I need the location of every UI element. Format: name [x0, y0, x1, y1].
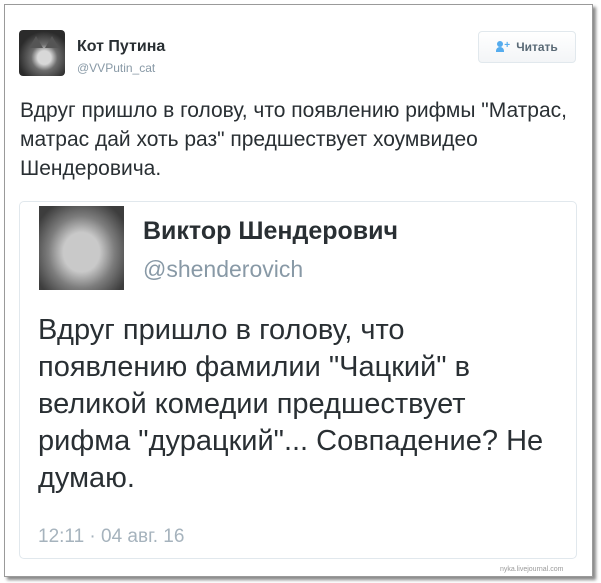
quoted-tweet[interactable]: Виктор Шендерович @shenderovich Вдруг пр…: [19, 201, 577, 559]
add-user-icon: +: [496, 41, 510, 53]
cat-ear-left: [29, 36, 43, 48]
author-name[interactable]: Кот Путина: [77, 38, 165, 56]
tweet-text: Вдруг пришло в голову, что появлению риф…: [20, 99, 567, 180]
quoted-author-name[interactable]: Виктор Шендерович: [143, 217, 398, 246]
follow-button[interactable]: + Читать: [478, 31, 576, 63]
watermark: nyka.livejournal.com: [500, 566, 564, 573]
quoted-avatar[interactable]: [39, 206, 124, 290]
cat-ear-right: [45, 36, 59, 48]
quoted-author-handle[interactable]: @shenderovich: [143, 256, 303, 283]
quoted-timestamp[interactable]: 12:11 · 04 авг. 16: [38, 526, 184, 548]
author-handle[interactable]: @VVPutin_cat: [77, 61, 155, 75]
avatar[interactable]: [19, 30, 65, 76]
follow-button-label: Читать: [516, 40, 558, 54]
quoted-tweet-text: Вдруг пришло в голову, что появлению фам…: [38, 314, 544, 494]
